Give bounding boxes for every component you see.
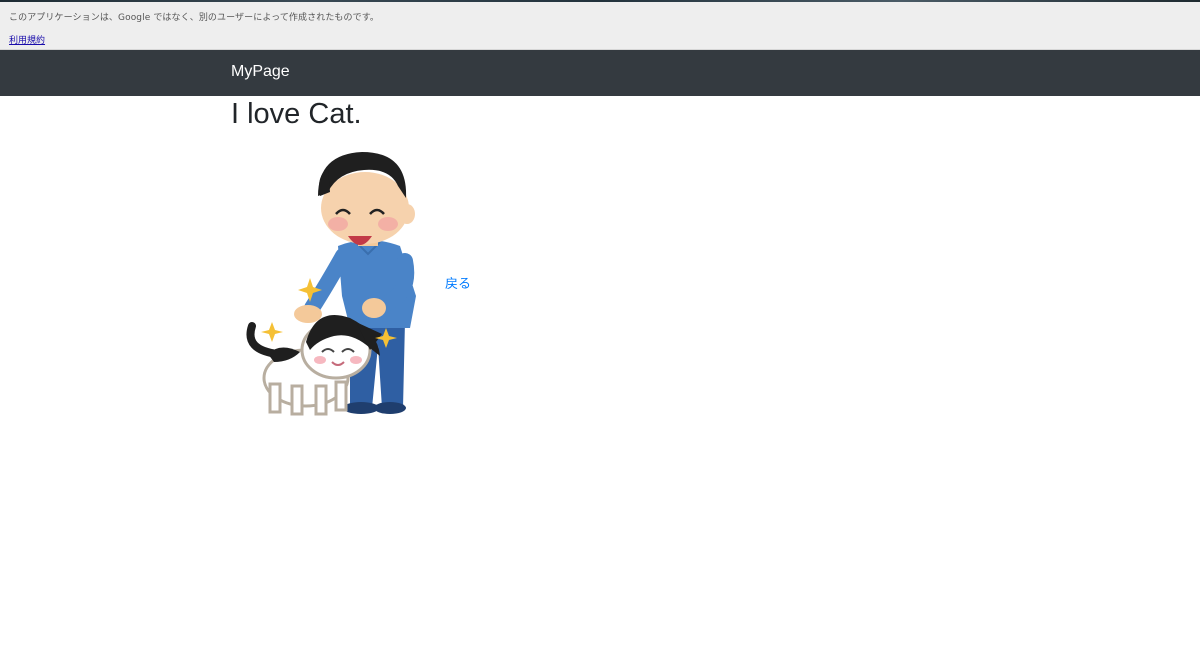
man-petting-cat-image [246, 152, 416, 416]
back-link[interactable]: 戻る [445, 273, 471, 292]
terms-link[interactable]: 利用規約 [9, 33, 45, 46]
navbar-brand[interactable]: MyPage [231, 63, 290, 81]
apps-script-warning-banner: このアプリケーションは、Google ではなく、別のユーザーによって作成されたも… [0, 2, 1200, 50]
page-title: I love Cat. [231, 98, 362, 130]
man-petting-cat-illustration [240, 146, 430, 418]
warning-text: このアプリケーションは、Google ではなく、別のユーザーによって作成されたも… [9, 13, 380, 23]
navbar: MyPage [0, 50, 1200, 96]
